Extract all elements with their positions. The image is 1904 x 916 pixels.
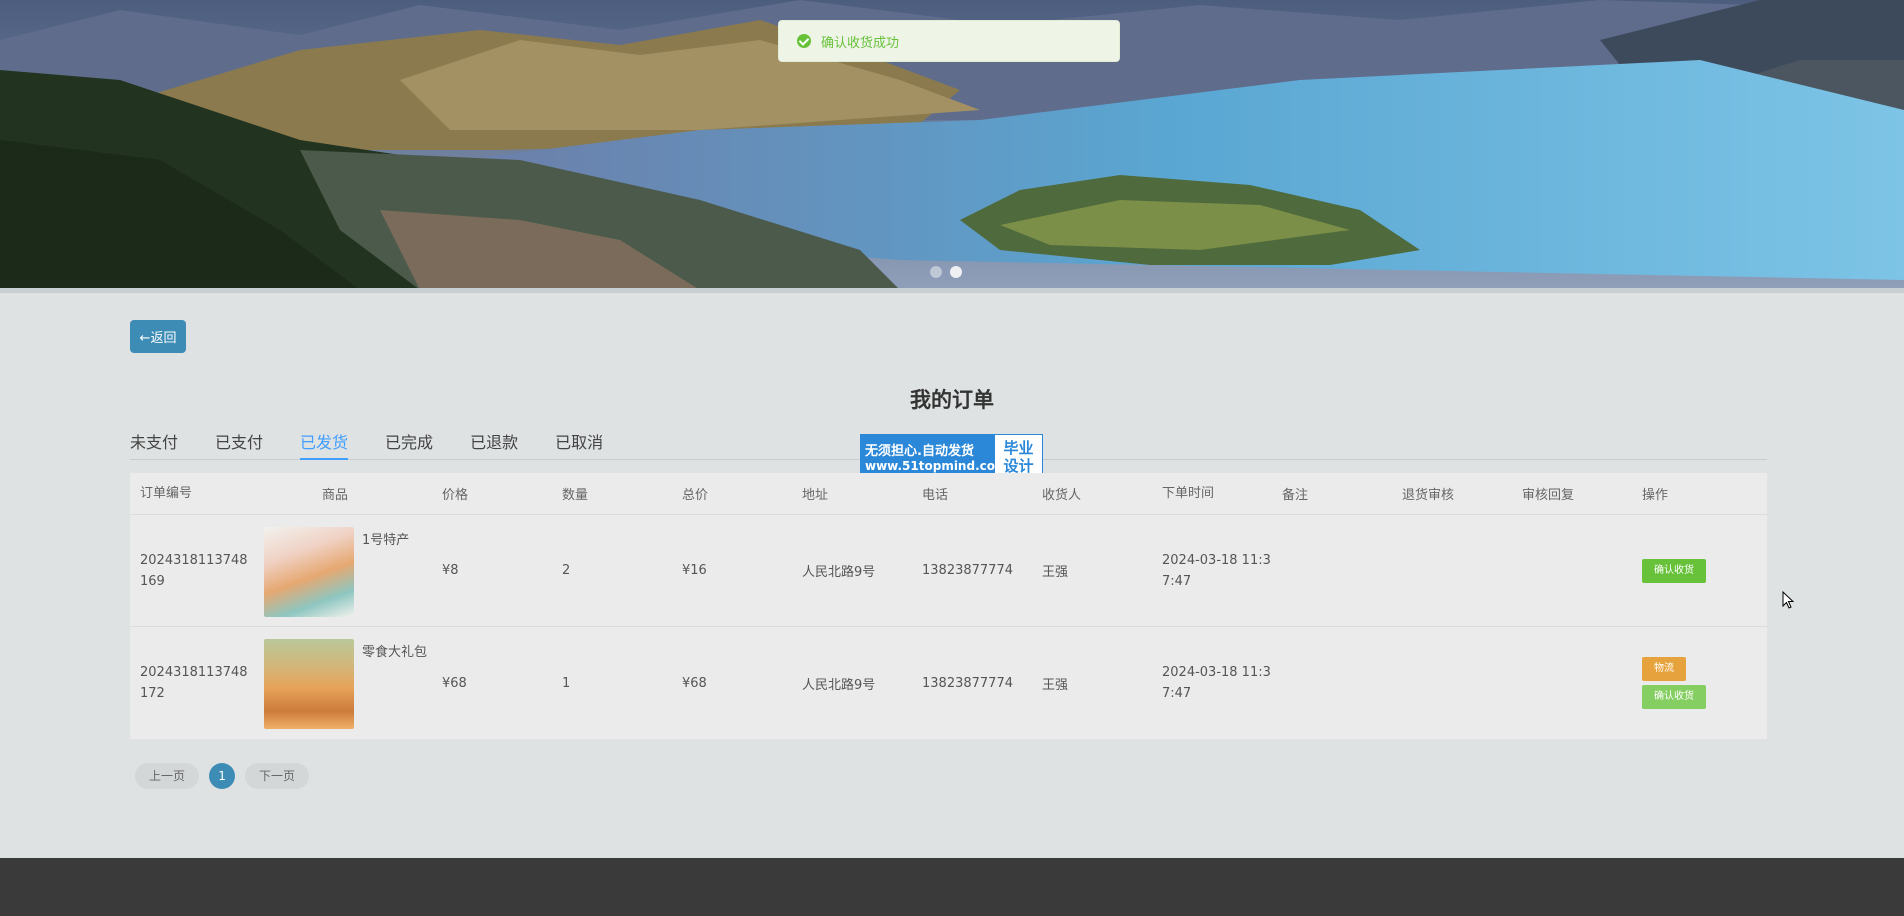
tab-shipped[interactable]: 已发货 [300, 430, 349, 460]
order-time: 2024-03-18 11:37:47 [1162, 665, 1271, 701]
header-qty: 数量 [562, 488, 589, 503]
page-number-current[interactable]: 1 [209, 763, 236, 789]
total-price: ¥16 [682, 563, 707, 578]
address: 人民北路9号 [802, 565, 876, 580]
product-image[interactable] [264, 527, 354, 617]
carousel-dot[interactable] [930, 266, 942, 278]
next-page-button[interactable]: 下一页 [245, 763, 310, 789]
header-actions: 操作 [1642, 488, 1669, 503]
banner-divider [0, 288, 1904, 293]
total-price: ¥68 [682, 675, 707, 691]
product-name: 1号特产 [362, 533, 410, 548]
header-total: 总价 [682, 488, 709, 503]
header-price: 价格 [442, 488, 469, 503]
pagination: 上一页 1 下一页 [135, 763, 310, 789]
header-order-no: 订单编号 [140, 486, 193, 501]
row-actions: 确认收货 [1632, 558, 1752, 583]
price: ¥68 [442, 675, 467, 691]
table-header: 订单编号 商品 价格 数量 总价 地址 电话 收货人 下单时间 备注 退货审核 … [130, 473, 1767, 515]
product-image[interactable] [264, 639, 354, 729]
watermark-line2: www.51topmind.com [865, 459, 1008, 473]
orders-table: 订单编号 商品 价格 数量 总价 地址 电话 收货人 下单时间 备注 退货审核 … [130, 473, 1767, 739]
logistics-button[interactable]: 物流 [1642, 657, 1686, 681]
price: ¥8 [442, 563, 459, 578]
table-row: 2024318113748169 1号特产 ¥8 2 ¥16 人民北路9号 13… [130, 515, 1767, 627]
footer [0, 858, 1904, 916]
tab-refunded[interactable]: 已退款 [470, 430, 518, 460]
page-title: 我的订单 [910, 388, 994, 412]
header-note: 备注 [1282, 488, 1309, 503]
toast-message: 确认收货成功 [821, 35, 900, 51]
success-toast: 确认收货成功 [778, 20, 1120, 62]
mouse-cursor-icon [1782, 591, 1794, 609]
header-phone: 电话 [922, 488, 949, 503]
watermark-line1: 无须担心.自动发货 [865, 444, 974, 459]
watermark-right1: 毕业 [1003, 438, 1034, 457]
phone: 13823877774 [922, 563, 1013, 578]
quantity: 2 [562, 563, 571, 578]
order-no: 2024318113748172 [140, 665, 248, 701]
tab-unpaid[interactable]: 未支付 [130, 430, 178, 460]
header-order-time: 下单时间 [1162, 486, 1215, 501]
order-time: 2024-03-18 11:37:47 [1162, 552, 1271, 589]
back-button[interactable]: ←返回 [130, 320, 186, 353]
header-receiver: 收货人 [1042, 488, 1082, 503]
header-review-reply: 审核回复 [1522, 488, 1575, 503]
tab-cancelled[interactable]: 已取消 [555, 430, 603, 460]
receiver: 王强 [1042, 565, 1069, 580]
confirm-receipt-button[interactable]: 确认收货 [1642, 685, 1706, 709]
tab-completed[interactable]: 已完成 [385, 430, 433, 460]
check-circle-icon [797, 34, 811, 48]
tab-paid[interactable]: 已支付 [215, 430, 263, 460]
quantity: 1 [562, 675, 571, 691]
watermark-right2: 设计 [1003, 456, 1034, 475]
receiver: 王强 [1042, 677, 1069, 693]
product-name: 零食大礼包 [362, 645, 428, 660]
header-product: 商品 [322, 488, 349, 503]
address: 人民北路9号 [802, 677, 876, 693]
header-address: 地址 [802, 488, 829, 503]
order-no: 2024318113748169 [140, 552, 248, 589]
header-return-review: 退货审核 [1402, 488, 1455, 503]
row-actions: 物流 确认收货 [1632, 657, 1752, 709]
carousel-dot-active[interactable] [950, 266, 962, 278]
prev-page-button[interactable]: 上一页 [135, 763, 200, 789]
carousel-dots [930, 266, 962, 278]
confirm-receipt-button[interactable]: 确认收货 [1642, 558, 1706, 583]
table-row: 2024318113748172 零食大礼包 ¥68 1 ¥68 人民北路9号 … [130, 627, 1767, 739]
phone: 13823877774 [922, 675, 1013, 691]
